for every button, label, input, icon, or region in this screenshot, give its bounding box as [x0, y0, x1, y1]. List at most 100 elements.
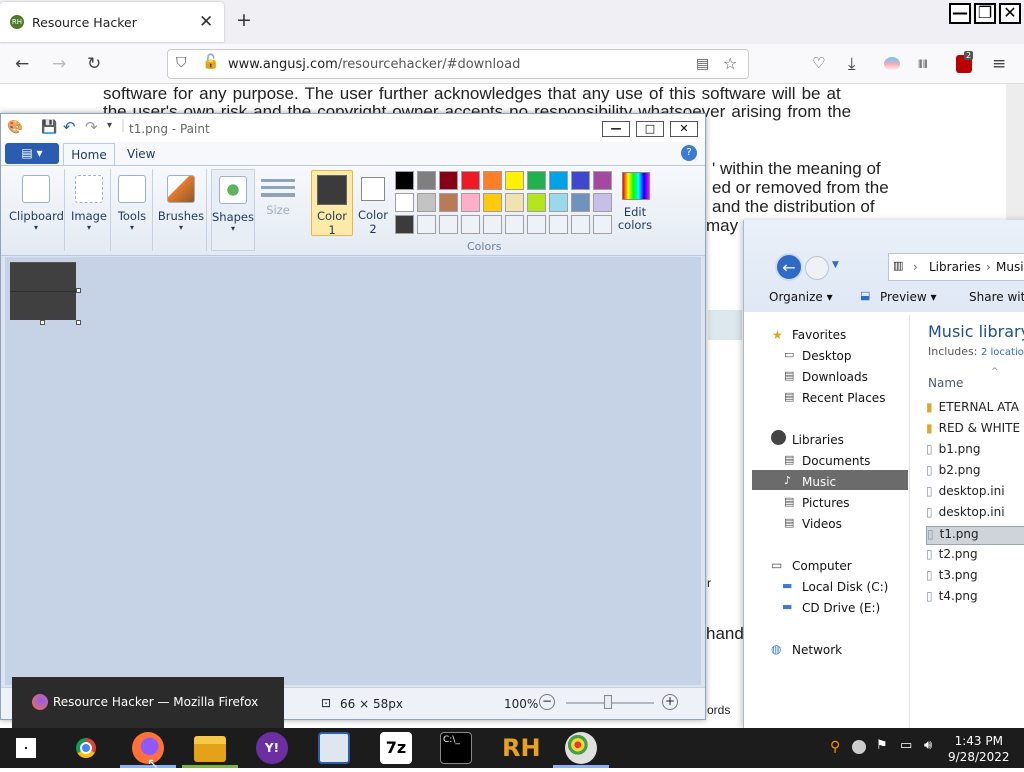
lock-warning-icon[interactable]: 🔓 [202, 54, 219, 70]
palette-swatch[interactable] [417, 193, 436, 212]
image-button[interactable]: Image ▾ [67, 175, 111, 232]
page-scrollbar[interactable] [1006, 84, 1024, 234]
nav-cd-drive[interactable]: CD Drive (E:) [802, 601, 880, 615]
browser-tab[interactable]: RH Resource Hacker ✕ [0, 2, 224, 42]
redo-icon[interactable]: ↷ [85, 118, 98, 136]
clipboard-button[interactable]: Clipboard ▾ [9, 175, 64, 232]
reader-view-icon[interactable]: ▤ [696, 56, 709, 72]
preview-button[interactable]: Preview ▾ [880, 290, 937, 304]
tab-home[interactable]: Home [63, 143, 115, 167]
yahoo-messenger-icon[interactable]: Y! [256, 732, 288, 764]
palette-swatch[interactable] [505, 171, 524, 190]
nav-local-disk[interactable]: Local Disk (C:) [802, 580, 888, 594]
paint-maximize-button[interactable]: □ [636, 121, 664, 137]
breadcrumb-music[interactable]: Music [996, 260, 1024, 274]
brushes-button[interactable]: Brushes ▾ [157, 175, 205, 232]
palette-swatch[interactable] [571, 215, 590, 234]
nav-libraries[interactable]: Libraries [792, 433, 844, 447]
palette-swatch[interactable] [439, 193, 458, 212]
file-list-item[interactable]: ▯ t2.png [926, 547, 1024, 566]
file-list-item[interactable]: ▯ t1.png [926, 526, 1024, 545]
palette-swatch[interactable] [395, 215, 414, 234]
tray-app-icon[interactable] [852, 740, 866, 754]
7zip-icon[interactable]: 7z [380, 732, 412, 764]
palette-swatch[interactable] [483, 193, 502, 212]
reload-icon[interactable]: ↻ [87, 54, 101, 74]
palette-swatch[interactable] [505, 193, 524, 212]
resize-handle-corner[interactable] [76, 320, 81, 325]
paint-minimize-button[interactable]: — [602, 121, 630, 137]
palette-swatch[interactable] [483, 171, 502, 190]
palette-swatch[interactable] [439, 171, 458, 190]
windows-start-icon[interactable] [16, 738, 36, 758]
back-icon[interactable]: ← [15, 54, 29, 74]
file-list-item[interactable]: ▯ t3.png [926, 568, 1024, 587]
color1-button[interactable]: Color 1 [311, 170, 353, 237]
container-icon[interactable] [884, 57, 900, 71]
address-bar[interactable]: ▥ › Libraries › Music [888, 253, 1024, 281]
canvas-area[interactable] [5, 257, 701, 685]
back-arrow-icon[interactable]: ← [775, 253, 803, 281]
shield-icon[interactable]: ⛉ [176, 55, 187, 71]
palette-swatch[interactable] [417, 215, 436, 234]
quick-access-dropdown-icon[interactable]: ▾ [107, 120, 112, 131]
url-text[interactable]: www.angusj.com/resourcehacker/#download [228, 57, 520, 72]
palette-swatch[interactable] [505, 215, 524, 234]
tray-clock[interactable]: 1:43 PM 9/28/2022 [948, 733, 1010, 765]
palette-swatch[interactable] [461, 193, 480, 212]
palette-swatch[interactable] [571, 171, 590, 190]
palette-swatch[interactable] [527, 193, 546, 212]
downloads-icon[interactable]: ⤓ [848, 54, 856, 74]
taskbar-thumbnail-tooltip[interactable]: Resource Hacker — Mozilla Firefox [12, 677, 284, 728]
includes-link[interactable]: 2 location [981, 347, 1024, 358]
paint-close-button[interactable]: ✕ [670, 121, 698, 137]
file-list-item[interactable]: ▯ b2.png [926, 463, 1024, 482]
close-window-button[interactable]: ✕ [999, 3, 1021, 24]
organize-button[interactable]: Organize ▾ [769, 290, 833, 304]
palette-swatch[interactable] [527, 215, 546, 234]
palette-swatch[interactable] [483, 215, 502, 234]
nav-music[interactable]: Music [802, 475, 836, 489]
nav-desktop[interactable]: Desktop [802, 349, 852, 363]
resize-handle-right[interactable] [76, 288, 81, 293]
palette-swatch[interactable] [527, 171, 546, 190]
palette-swatch[interactable] [417, 171, 436, 190]
maximize-button[interactable]: ❐ [974, 3, 996, 24]
close-tab-icon[interactable]: ✕ [199, 12, 213, 32]
pocket-icon[interactable]: ♡ [812, 54, 825, 72]
shapes-button[interactable]: Shapes ▾ [212, 176, 254, 233]
calculator-icon[interactable] [318, 732, 350, 764]
help-icon[interactable]: ? [681, 145, 697, 161]
nav-downloads[interactable]: Downloads [802, 370, 868, 384]
file-list-item[interactable]: ▮ ETERNAL ATA [926, 400, 1024, 419]
file-explorer-icon[interactable] [194, 736, 226, 762]
nav-computer[interactable]: Computer [792, 559, 852, 573]
forward-arrow-icon[interactable] [805, 256, 829, 280]
menu-icon[interactable]: ≡ [992, 54, 1006, 74]
paint-icon[interactable] [565, 732, 597, 764]
resize-handle-bottom[interactable] [40, 320, 45, 325]
file-list-item[interactable]: ▯ t4.png [926, 589, 1024, 608]
nav-favorites[interactable]: Favorites [792, 328, 846, 342]
url-bar[interactable]: ⛉ 🔓 www.angusj.com/resourcehacker/#downl… [167, 49, 749, 79]
file-menu-button[interactable]: ▤ ▾ [5, 143, 59, 164]
palette-swatch[interactable] [549, 171, 568, 190]
zoom-in-button[interactable]: + [662, 694, 678, 710]
command-prompt-icon[interactable]: C:\_ [440, 732, 472, 764]
volume-icon[interactable]: 🔊︎ [924, 738, 932, 753]
breadcrumb-libraries[interactable]: Libraries [929, 260, 981, 274]
nav-recent-places[interactable]: Recent Places [802, 391, 885, 405]
palette-swatch[interactable] [549, 193, 568, 212]
palette-swatch[interactable] [395, 193, 414, 212]
forward-icon[interactable]: → [52, 54, 66, 74]
palette-swatch[interactable] [593, 215, 612, 234]
bookmark-star-icon[interactable]: ☆ [723, 54, 737, 73]
palette-swatch[interactable] [593, 171, 612, 190]
nav-network[interactable]: Network [792, 643, 842, 657]
palette-swatch[interactable] [395, 171, 414, 190]
new-tab-button[interactable]: + [236, 9, 252, 31]
column-name-header[interactable]: Name [928, 376, 963, 390]
zoom-slider-thumb[interactable] [604, 695, 612, 709]
nav-documents[interactable]: Documents [802, 454, 870, 468]
flag-icon[interactable]: ⚑ [876, 738, 888, 753]
